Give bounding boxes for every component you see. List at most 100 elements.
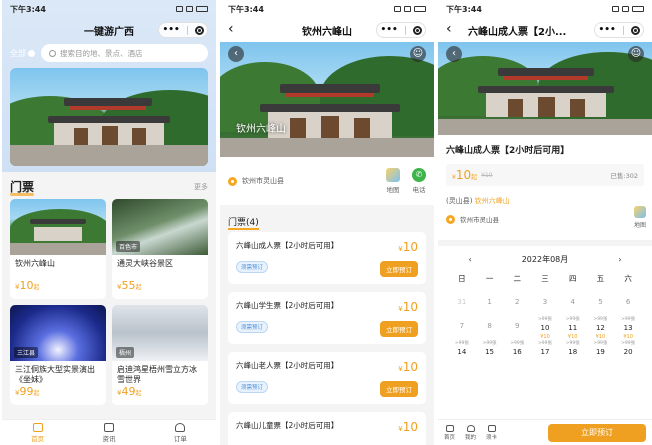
calendar-day[interactable]: >99张 11 ¥10 — [559, 316, 587, 340]
ticket-card[interactable]: 钦州六峰山 ¥10起 — [10, 199, 106, 299]
close-program-icon[interactable] — [194, 25, 204, 35]
location-pin-icon — [446, 214, 455, 224]
section-title: 门票 — [10, 180, 35, 196]
calendar-day[interactable]: >99张 20 — [614, 340, 642, 364]
city-selector[interactable]: 全部 — [10, 48, 35, 59]
status-time: 下午3:44 — [446, 4, 482, 14]
user-icon[interactable]: ☺ — [628, 46, 644, 62]
battery-icon — [196, 6, 208, 12]
tab-card[interactable]: 须卡 — [486, 424, 497, 441]
status-icons — [612, 6, 644, 12]
signal-icon — [612, 6, 619, 12]
calendar-day: 5 — [598, 298, 603, 306]
calendar-row: 7 8 9 >99张 10 ¥10 >99张 11 ¥10 >99张 12 ¥10 >99张… — [448, 316, 642, 340]
scenic-hero-image[interactable]: ‹ ☺ 钦州六峰山 — [220, 42, 434, 157]
signal-icon — [394, 6, 401, 12]
close-program-icon[interactable] — [412, 25, 422, 35]
news-icon — [103, 422, 114, 432]
ticket-card[interactable]: 三江县 三江侗族大型实景演出《坐妹》 ¥99起 — [10, 305, 106, 405]
back-icon[interactable]: ‹ — [228, 46, 244, 62]
tab-home[interactable]: 首页 — [31, 422, 44, 443]
map-button[interactable]: 地图 — [386, 168, 400, 194]
location-text: 钦州市灵山县 — [242, 177, 284, 185]
card-tag: 百色市 — [116, 241, 141, 252]
status-time: 下午3:44 — [10, 4, 46, 14]
calendar-day: 8 — [487, 322, 492, 330]
nav-bar: ‹ 六峰山成人票【2小... ••• — [438, 18, 652, 42]
back-icon[interactable]: ‹ — [446, 21, 452, 37]
calendar-row: >99张 14 >99张 15 >99张 16 >99张 17 >99张 18 >99张 1… — [448, 340, 642, 364]
back-icon[interactable]: ‹ — [228, 21, 234, 37]
ticket-price: ¥10 — [398, 300, 418, 314]
hero-title: 钦州六峰山 — [236, 124, 286, 135]
calendar-day[interactable]: >99张 12 ¥10 — [587, 316, 615, 340]
ticket-card[interactable]: 百色市 通灵大峡谷景区 ¥55起 — [112, 199, 208, 299]
status-icons — [394, 6, 426, 12]
mini-program-capsule: ••• — [594, 22, 644, 38]
back-icon[interactable]: ‹ — [446, 46, 462, 62]
home-banner[interactable] — [10, 68, 208, 166]
battery-icon — [632, 6, 644, 12]
book-button[interactable]: 立即预订 — [380, 321, 418, 337]
original-price: ¥10 — [481, 171, 493, 179]
calendar-day[interactable]: >99张 19 — [587, 340, 615, 364]
book-now-button[interactable]: 立即预订 — [548, 423, 646, 442]
price-row: ¥10起 ¥10 已售:302 — [446, 164, 644, 186]
card-tag: 梧州 — [116, 347, 135, 358]
more-link[interactable]: 更多 — [194, 182, 208, 192]
ticket-section-header: 门票 更多 — [2, 172, 216, 199]
user-icon[interactable]: ☺ — [410, 46, 426, 62]
page-title: 钦州六峰山 — [302, 26, 352, 38]
phone-button[interactable]: ✆ 电话 — [412, 168, 426, 194]
status-bar: 下午3:44 — [220, 0, 434, 18]
search-row: 全部 搜索目的地、景点、酒店 — [2, 42, 216, 64]
more-icon[interactable]: ••• — [380, 25, 397, 35]
ticket-card[interactable]: 梧州 启迪鸿星梧州雪立方冰雪世界 ¥49起 — [112, 305, 208, 405]
next-month-icon[interactable]: › — [618, 255, 621, 264]
more-icon[interactable]: ••• — [162, 25, 179, 35]
scenic-detail-screen: 下午3:44 ‹ 钦州六峰山 ••• ‹ ☺ 钦州六峰山 钦州市灵山县 地图 ✆… — [220, 0, 434, 445]
card-name: 钦州六峰山 — [15, 259, 55, 268]
battery-icon — [414, 6, 426, 12]
card-name: 三江侗族大型实景演出《坐妹》 — [15, 365, 95, 384]
calendar-day[interactable]: >99张 16 — [503, 340, 531, 364]
calendar-day[interactable]: >99张 14 — [448, 340, 476, 364]
date-calendar: ‹ 2022年08月 › 日一二三四五六 31 1 2 3 4 5 6 7 8 … — [438, 246, 652, 368]
calendar-day[interactable]: >99张 13 ¥10 — [614, 316, 642, 340]
spot-link[interactable]: 钦州六峰山 — [475, 197, 510, 205]
ticket-price: ¥10 — [398, 420, 418, 434]
book-button[interactable]: 立即预订 — [380, 261, 418, 277]
calendar-day[interactable]: >99张 15 — [476, 340, 504, 364]
wifi-icon — [622, 6, 629, 12]
card-image: 三江县 — [10, 305, 106, 361]
tab-home[interactable]: 首页 — [444, 424, 455, 441]
more-icon[interactable]: ••• — [598, 25, 615, 35]
close-program-icon[interactable] — [630, 25, 640, 35]
ticket-header: 门票(4) — [220, 205, 434, 232]
calendar-row: 31 1 2 3 4 5 6 — [448, 292, 642, 316]
card-image: 梧州 — [112, 305, 208, 361]
search-placeholder: 搜索目的地、景点、酒店 — [60, 48, 143, 58]
calendar-day[interactable]: >99张 10 ¥10 — [531, 316, 559, 340]
calendar-day: 9 — [515, 322, 520, 330]
ticket-price: ¥10起 — [452, 168, 478, 182]
address-line: 钦州市灵山县 — [446, 214, 644, 224]
tab-mine[interactable]: 我的 — [465, 424, 476, 441]
calendar-day[interactable]: >99张 18 — [559, 340, 587, 364]
card-price: ¥10起 — [15, 279, 40, 292]
prev-month-icon[interactable]: ‹ — [469, 255, 472, 264]
calendar-day[interactable]: >99张 17 — [531, 340, 559, 364]
weekday-row: 日一二三四五六 — [458, 274, 632, 283]
map-button[interactable]: 地图 — [633, 206, 646, 229]
card-name: 通灵大峡谷景区 — [117, 259, 173, 268]
book-button[interactable]: 立即预订 — [380, 381, 418, 397]
phone-icon: ✆ — [412, 168, 426, 182]
home-icon — [445, 424, 454, 432]
tab-news[interactable]: 资讯 — [102, 422, 115, 443]
calendar-day: 4 — [570, 298, 575, 306]
search-input[interactable]: 搜索目的地、景点、酒店 — [41, 44, 208, 62]
tab-orders[interactable]: 订单 — [174, 422, 187, 443]
location-card: 钦州市灵山县 地图 ✆ 电话 — [220, 157, 434, 205]
ticket-name: 六峰山学生票【2小时后可用】 — [236, 301, 339, 310]
user-icon — [466, 424, 475, 432]
